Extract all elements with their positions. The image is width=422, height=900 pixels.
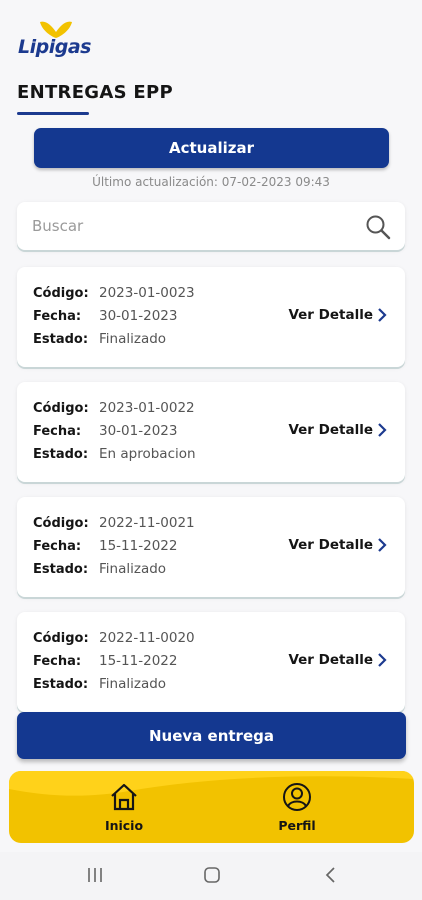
status-row: Estado: Finalizado <box>33 676 166 696</box>
status-row: Estado: Finalizado <box>33 331 166 351</box>
status-row: Estado: En aprobacion <box>33 446 196 466</box>
code-value: 2023-01-0022 <box>99 400 195 416</box>
view-detail-label: Ver Detalle <box>288 652 373 668</box>
home-button-icon[interactable] <box>203 866 221 884</box>
view-detail-link[interactable]: Ver Detalle <box>288 422 387 438</box>
status-value: En aprobacion <box>99 446 196 462</box>
nav-profile-label: Perfil <box>278 818 316 833</box>
lipigas-logo: Lipigas <box>18 20 98 62</box>
code-row: Código: 2022-11-0020 <box>33 630 195 650</box>
code-value: 2022-11-0020 <box>99 630 195 646</box>
code-value: 2022-11-0021 <box>99 515 195 531</box>
date-label: Fecha: <box>33 309 82 324</box>
view-detail-link[interactable]: Ver Detalle <box>288 652 387 668</box>
code-row: Código: 2023-01-0022 <box>33 400 195 420</box>
code-value: 2023-01-0023 <box>99 285 195 301</box>
status-value: Finalizado <box>99 676 167 692</box>
view-detail-label: Ver Detalle <box>288 422 373 438</box>
new-delivery-button[interactable]: Nueva entrega <box>17 712 406 759</box>
home-icon <box>111 783 137 811</box>
title-underline <box>17 112 89 115</box>
nav-profile[interactable]: Perfil <box>252 781 342 833</box>
status-row: Estado: Finalizado <box>33 561 166 581</box>
date-value: 15-11-2022 <box>99 653 178 669</box>
entrega-card[interactable]: Código: 2023-01-0022 Fecha: 30-01-2023 Est… <box>17 382 405 482</box>
date-row: Fecha: 15-11-2022 <box>33 538 177 558</box>
system-nav-bar <box>0 852 422 900</box>
date-row: Fecha: 15-11-2022 <box>33 653 177 673</box>
status-label: Estado: <box>33 562 89 577</box>
entrega-card[interactable]: Código: 2022-11-0020 Fecha: 15-11-2022 Est… <box>17 612 405 712</box>
chevron-right-icon <box>378 423 387 437</box>
logo-text: Lipigas <box>18 36 91 58</box>
view-detail-link[interactable]: Ver Detalle <box>288 307 387 323</box>
search-bar <box>17 202 405 250</box>
date-label: Fecha: <box>33 539 82 554</box>
date-row: Fecha: 30-01-2023 <box>33 423 177 443</box>
status-label: Estado: <box>33 677 89 692</box>
last-update-text: Último actualización: 07-02-2023 09:43 <box>92 175 330 189</box>
code-label: Código: <box>33 286 89 301</box>
date-row: Fecha: 30-01-2023 <box>33 308 177 328</box>
status-value: Finalizado <box>99 331 167 347</box>
view-detail-label: Ver Detalle <box>288 307 373 323</box>
entrega-card[interactable]: Código: 2022-11-0021 Fecha: 15-11-2022 Est… <box>17 497 405 597</box>
back-icon[interactable] <box>322 866 340 884</box>
status-value: Finalizado <box>99 561 167 577</box>
entrega-card[interactable]: Código: 2023-01-0023 Fecha: 30-01-2023 Est… <box>17 267 405 367</box>
code-row: Código: 2022-11-0021 <box>33 515 195 535</box>
chevron-right-icon <box>378 653 387 667</box>
user-circle-icon <box>283 783 311 811</box>
search-icon[interactable] <box>365 214 391 240</box>
chevron-right-icon <box>378 308 387 322</box>
date-label: Fecha: <box>33 424 82 439</box>
status-label: Estado: <box>33 447 89 462</box>
chevron-right-icon <box>378 538 387 552</box>
status-label: Estado: <box>33 332 89 347</box>
date-value: 30-01-2023 <box>99 423 178 439</box>
date-value: 30-01-2023 <box>99 308 178 324</box>
nav-home[interactable]: Inicio <box>79 781 169 833</box>
code-label: Código: <box>33 631 89 646</box>
page-title: ENTREGAS EPP <box>17 82 174 103</box>
search-input[interactable] <box>32 214 352 238</box>
nav-home-label: Inicio <box>104 818 144 833</box>
date-value: 15-11-2022 <box>99 538 178 554</box>
bottom-nav: Inicio Perfil <box>9 771 414 843</box>
view-detail-label: Ver Detalle <box>288 537 373 553</box>
code-row: Código: 2023-01-0023 <box>33 285 195 305</box>
recent-apps-icon[interactable] <box>86 866 104 884</box>
view-detail-link[interactable]: Ver Detalle <box>288 537 387 553</box>
code-label: Código: <box>33 401 89 416</box>
update-button[interactable]: Actualizar <box>34 128 389 168</box>
code-label: Código: <box>33 516 89 531</box>
nav-background-swoosh <box>9 771 414 796</box>
date-label: Fecha: <box>33 654 82 669</box>
